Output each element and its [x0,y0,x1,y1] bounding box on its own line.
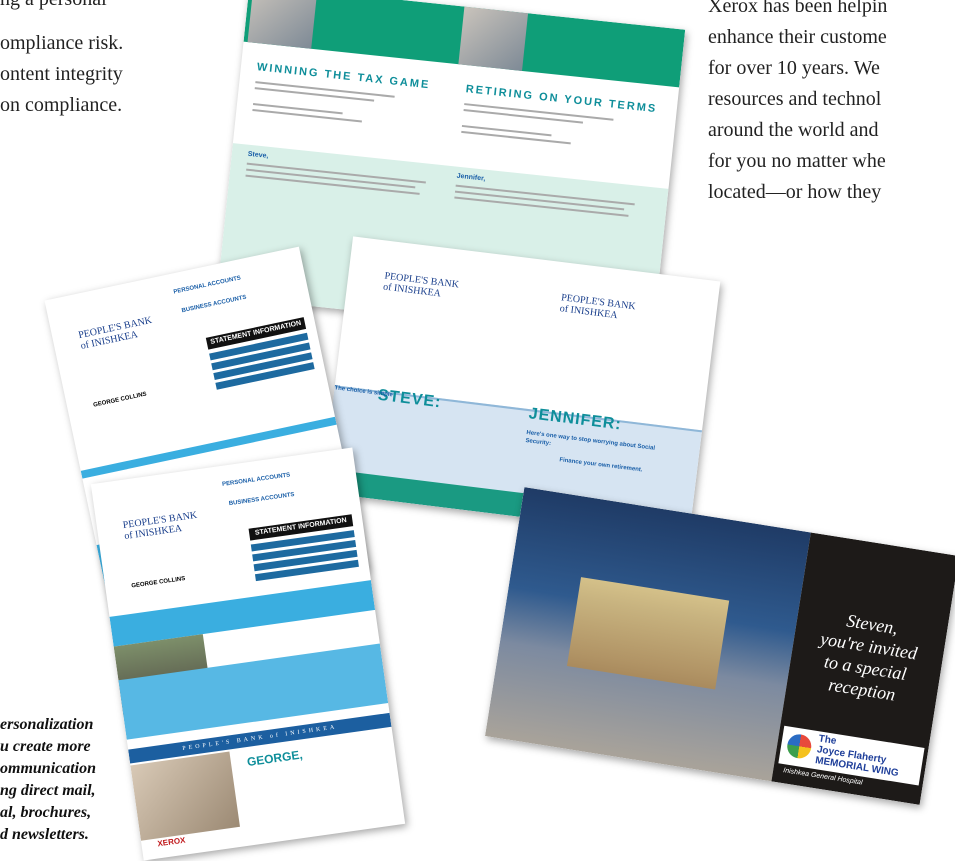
caption-line: ersonalization [0,716,94,733]
left-text-line: on compliance. [0,94,123,116]
right-text-line: around the world and [708,119,879,141]
caption-line: al, brochures, [0,804,92,821]
direct-mail-piece: PEOPLE'S BANK of INISHKEA PEOPLE'S BANK … [321,236,721,538]
left-text-line: ng a personal [0,0,190,15]
right-text-line: located—or how they [708,181,882,203]
left-text-line: ompliance risk. [0,32,124,54]
left-text-line: ontent integrity [0,63,123,85]
flyer-right-heading: RETIRING ON YOUR TERMS [465,83,658,116]
caption-line: d newsletters. [0,826,89,843]
caption-line: ng direct mail, [0,782,96,799]
statement2-bank-logo: PEOPLE'S BANK of INISHKEA [122,509,198,542]
caption-line: u create more [0,738,91,755]
letter2-george: GEORGE, [246,747,304,770]
flyer-left-heading: WINNING THE TAX GAME [256,61,431,92]
business-accounts: BUSINESS ACCOUNTS [181,294,248,315]
mailer-bank-logo-2: PEOPLE'S BANK of INISHKEA [559,292,637,322]
mailer-bank-logo: PEOPLE'S BANK of INISHKEA [382,270,460,300]
right-text-line: resources and technol [708,88,882,110]
business-accounts-2: BUSINESS ACCOUNTS [228,492,295,508]
personal-accounts: PERSONAL ACCOUNTS [173,275,242,296]
right-text-line: enhance their custome [708,26,887,48]
caption-line: ommunication [0,760,97,777]
right-text-line: for over 10 years. We [708,57,880,79]
statement-bank-logo: PEOPLE'S BANK of INISHKEA [77,314,153,352]
left-body-text: ng a personal ompliance risk. ontent int… [0,0,190,121]
right-text-line: for you no matter whe [708,150,886,172]
hospital-invitation-card: Steven, you're invited to a special rece… [484,487,955,805]
woman-photo [247,0,318,49]
man-photo [458,6,529,71]
caption-text: ersonalization u create more ommunicatio… [0,714,180,846]
right-text-line: Xerox has been helpin [708,0,888,17]
right-body-text: Xerox has been helpin enhance their cust… [708,0,955,208]
personal-accounts-2: PERSONAL ACCOUNTS [221,472,291,488]
customer-name-2: GEORGE COLLINS [131,576,186,590]
wing-emblem-icon [785,732,813,761]
customer-name: GEORGE COLLINS [92,391,148,409]
